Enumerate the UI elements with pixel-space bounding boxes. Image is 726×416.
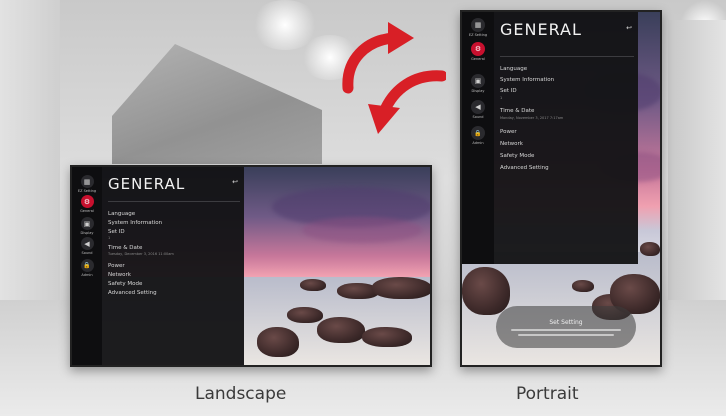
time-date-value: Monday, November 3, 2017 7:17am [500, 116, 564, 120]
rock [462, 267, 510, 315]
sidebar-item-ez-setting[interactable]: ▦ EZ Setting [462, 18, 494, 37]
sidebar-item-display[interactable]: ▣ Display [462, 74, 494, 93]
background-column [0, 0, 60, 300]
back-button[interactable]: ↩ [626, 24, 632, 32]
display-icon: ▣ [80, 217, 94, 230]
settings-sidebar: ▦ EZ Setting ⚙ General ▣ Display ◀ Sound… [462, 12, 494, 264]
notification-toast: Set Setting [496, 306, 636, 348]
admin-lock-icon: 🔒 [471, 126, 485, 140]
sidebar-item-admin[interactable]: 🔒 Admin [462, 126, 494, 145]
caption-landscape: Landscape [195, 384, 287, 404]
sidebar-item-admin[interactable]: 🔒 Admin [72, 259, 102, 277]
menu-item-network[interactable]: Network [500, 141, 523, 147]
sidebar-item-ez-setting[interactable]: ▦ EZ Setting [72, 175, 102, 193]
rock [640, 242, 660, 256]
rock [287, 307, 323, 323]
settings-panel-landscape: ▦ EZ Setting ⚙ General ▣ Display ◀ Sound… [72, 167, 244, 365]
set-id-value: 1 [108, 236, 111, 240]
title-divider [500, 56, 634, 57]
sidebar-item-general[interactable]: ⚙ General [72, 195, 102, 213]
general-icon: ⚙ [471, 42, 485, 56]
menu-item-power[interactable]: Power [500, 129, 517, 135]
caption-portrait: Portrait [516, 384, 579, 404]
page-title: GENERAL [108, 175, 186, 193]
title-divider [108, 201, 240, 202]
display-icon: ▣ [471, 74, 485, 88]
ez-setting-icon: ▦ [471, 18, 485, 32]
general-icon: ⚙ [80, 195, 94, 208]
page-title: GENERAL [500, 20, 582, 39]
menu-item-network[interactable]: Network [108, 272, 131, 278]
rock [257, 327, 299, 357]
rock [572, 280, 594, 292]
menu-item-time-date[interactable]: Time & Date [500, 108, 534, 114]
menu-item-advanced-setting[interactable]: Advanced Setting [500, 165, 549, 171]
landscape-display: ▦ EZ Setting ⚙ General ▣ Display ◀ Sound… [70, 165, 432, 367]
rock [362, 327, 412, 347]
settings-sidebar: ▦ EZ Setting ⚙ General ▣ Display ◀ Sound… [72, 167, 102, 365]
sidebar-item-general[interactable]: ⚙ General [462, 42, 494, 61]
settings-panel-portrait: ▦ EZ Setting ⚙ General ▣ Display ◀ Sound… [462, 12, 638, 264]
toast-text-line [511, 328, 621, 331]
sidebar-item-sound[interactable]: ◀ Sound [72, 237, 102, 255]
ez-setting-icon: ▦ [80, 175, 94, 188]
rock [317, 317, 365, 343]
time-date-value: Tuesday, December 3, 2016 11:00am [108, 252, 174, 256]
menu-item-advanced-setting[interactable]: Advanced Setting [108, 290, 157, 296]
menu-item-language[interactable]: Language [108, 211, 135, 217]
settings-content: GENERAL ↩ Language System Information Se… [102, 167, 244, 365]
admin-lock-icon: 🔒 [80, 259, 94, 272]
sound-icon: ◀ [80, 237, 94, 250]
rock [372, 277, 430, 299]
sound-icon: ◀ [471, 100, 485, 114]
toast-text-line [518, 333, 614, 336]
back-button[interactable]: ↩ [232, 178, 238, 186]
settings-content: GENERAL ↩ Language System Information Se… [494, 12, 638, 264]
menu-item-safety-mode[interactable]: Safety Mode [108, 281, 142, 287]
toast-title: Set Setting [549, 318, 583, 326]
menu-item-system-information[interactable]: System Information [500, 77, 554, 83]
sidebar-item-display[interactable]: ▣ Display [72, 217, 102, 235]
menu-item-set-id[interactable]: Set ID [500, 88, 517, 94]
menu-item-time-date[interactable]: Time & Date [108, 245, 142, 251]
menu-item-system-information[interactable]: System Information [108, 220, 162, 226]
menu-item-set-id[interactable]: Set ID [108, 229, 125, 235]
menu-item-safety-mode[interactable]: Safety Mode [500, 153, 534, 159]
rock [300, 279, 326, 291]
set-id-value: 1 [500, 96, 503, 100]
background-column [668, 20, 726, 300]
menu-item-power[interactable]: Power [108, 263, 125, 269]
menu-item-language[interactable]: Language [500, 66, 527, 72]
sidebar-item-sound[interactable]: ◀ Sound [462, 100, 494, 119]
rotate-arrow-down-icon [368, 70, 446, 134]
